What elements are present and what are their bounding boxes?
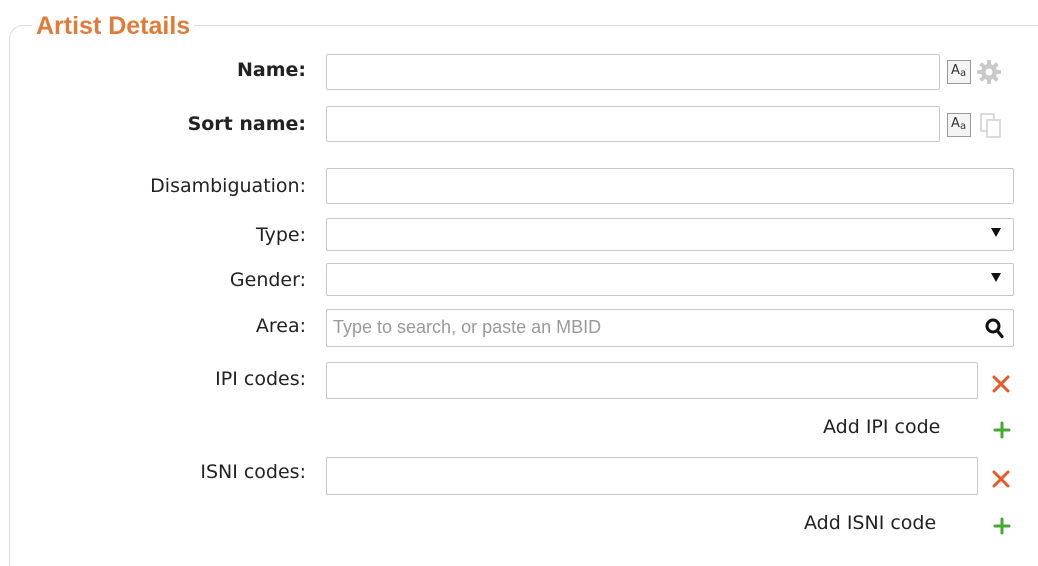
remove-x-icon: [992, 375, 1010, 393]
copy-icon[interactable]: [980, 113, 1002, 139]
guess-case-sort-name-button[interactable]: Aa: [947, 113, 971, 137]
area-label: Area:: [255, 315, 306, 337]
remove-isni-button[interactable]: [990, 468, 1012, 490]
ipi-code-input[interactable]: [326, 362, 978, 399]
remove-x-icon: [992, 470, 1010, 488]
guess-case-icon: A: [951, 63, 960, 78]
guess-case-name-button[interactable]: Aa: [947, 60, 971, 84]
chevron-down-icon: [991, 228, 1001, 237]
gear-icon[interactable]: [976, 59, 1002, 85]
area-search-input[interactable]: Type to search, or paste an MBID: [326, 309, 1014, 347]
isni-codes-label: ISNI codes:: [200, 461, 306, 483]
add-ipi-code-button[interactable]: Add IPI code: [823, 414, 940, 440]
gender-label: Gender:: [229, 269, 306, 291]
type-select[interactable]: [326, 218, 1014, 251]
remove-ipi-button[interactable]: [990, 373, 1012, 395]
chevron-down-icon: [991, 273, 1001, 282]
add-isni-code-button[interactable]: Add ISNI code: [804, 510, 936, 536]
isni-code-input[interactable]: [326, 457, 978, 495]
plus-icon[interactable]: [992, 420, 1012, 440]
plus-icon[interactable]: [992, 516, 1012, 536]
fieldset-legend: Artist Details: [32, 9, 195, 43]
disambiguation-label: Disambiguation:: [150, 175, 306, 197]
guess-case-icon: A: [951, 116, 960, 131]
area-placeholder: Type to search, or paste an MBID: [333, 317, 602, 337]
type-label: Type:: [255, 224, 306, 246]
gender-select[interactable]: [326, 263, 1014, 296]
search-icon[interactable]: [985, 317, 1005, 339]
sort-name-input[interactable]: [326, 106, 940, 142]
ipi-codes-label: IPI codes:: [215, 368, 306, 390]
disambiguation-input[interactable]: [326, 168, 1014, 204]
name-input[interactable]: [326, 54, 940, 90]
sort-name-label: Sort name:: [187, 113, 306, 135]
name-label: Name:: [236, 59, 306, 81]
